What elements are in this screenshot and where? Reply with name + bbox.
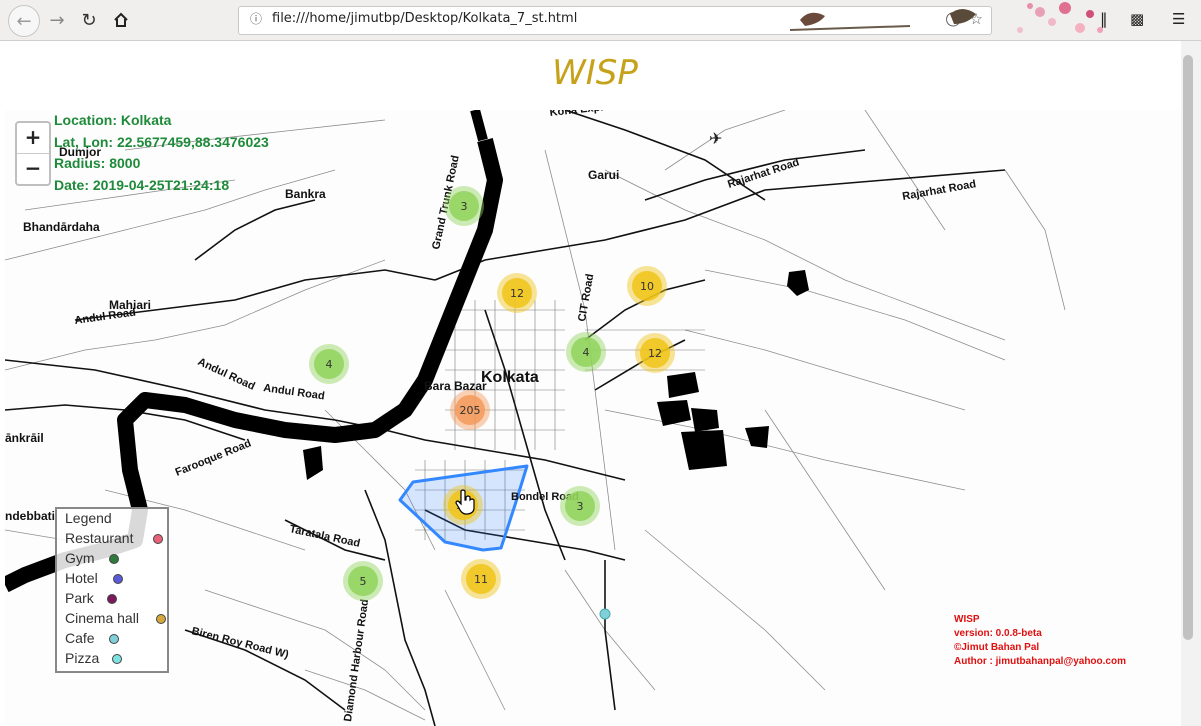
legend-swatch-cinema — [156, 614, 166, 624]
reload-icon: ↻ — [81, 9, 97, 31]
library-icon[interactable]: ‖ — [1100, 10, 1108, 28]
hand-cursor-icon — [455, 489, 475, 515]
cluster-count: 205 — [460, 404, 481, 417]
reload-button[interactable]: ↻ — [74, 5, 104, 35]
legend-swatch-cafe — [109, 634, 119, 644]
place-label: ndebbati — [5, 509, 55, 523]
legend-label-park: Park — [65, 590, 94, 606]
legend-title: Legend — [65, 510, 112, 526]
legend-label-restaurant: Restaurant — [65, 530, 134, 546]
legend-label-cinema: Cinema hall — [65, 610, 139, 626]
cluster-count: 3 — [577, 500, 584, 513]
cluster-marker[interactable]: 3 — [444, 186, 484, 226]
arrow-left-icon: ← — [16, 10, 32, 32]
vertical-scrollbar[interactable] — [1181, 41, 1201, 726]
legend-label-gym: Gym — [65, 550, 95, 566]
legend-swatch-hotel — [113, 574, 123, 584]
zoom-out-button[interactable]: − — [17, 154, 49, 184]
place-label: ānkrāil — [5, 431, 44, 445]
location-info: Location: Kolkata Lat, Lon: 22.5677459,8… — [54, 110, 269, 196]
legend-swatch-pizza — [112, 654, 122, 664]
legend-label-hotel: Hotel — [65, 570, 98, 586]
attribution: WISP version: 0.0.8-beta ©Jimut Bahan Pa… — [954, 613, 1126, 669]
cluster-marker[interactable]: 3 — [560, 486, 600, 526]
forward-button[interactable]: → — [42, 5, 72, 35]
home-button[interactable] — [106, 5, 136, 35]
sidebar-icon[interactable]: ▩ — [1130, 10, 1144, 28]
cluster-marker[interactable]: 4 — [309, 344, 349, 384]
cluster-count: 4 — [583, 346, 590, 359]
zoom-in-button[interactable]: + — [17, 123, 49, 154]
place-label: Garui — [588, 168, 619, 182]
browser-toolbar: ← → ↻ ⓘ file:///home/jimutbp/Desktop/Kol… — [0, 0, 1201, 41]
legend-label-pizza: Pizza — [65, 650, 100, 666]
legend-swatch-restaurant — [153, 534, 163, 544]
copyright: ©Jimut Bahan Pal — [954, 642, 1040, 653]
cluster-marker[interactable]: 12 — [497, 273, 537, 313]
map[interactable]: Dumjor Bankra Bhandārdaha Mahiari Garui … — [5, 110, 1181, 726]
cluster-count: 12 — [510, 287, 524, 300]
app-name: WISP — [954, 614, 980, 625]
cluster-marker[interactable]: 205 — [450, 390, 490, 430]
date-label: Date: 2019-04-25T21:24:18 — [54, 176, 230, 193]
page-content: WISP Dumjor Bankra Bhandārdaha Mahiari G… — [5, 41, 1181, 726]
author: Author : jimutbahanpal@yahoo.com — [954, 656, 1126, 667]
cluster-marker[interactable]: 10 — [627, 266, 667, 306]
legend-swatch-gym — [109, 554, 119, 564]
cluster-marker[interactable]: 4 — [566, 332, 606, 372]
cluster-count: 4 — [326, 358, 333, 371]
place-label: Bara Bazar — [424, 379, 487, 393]
place-label: Bankra — [285, 187, 326, 201]
zoom-control: + − — [15, 121, 51, 186]
place-label: Bhandārdaha — [23, 220, 100, 234]
app-version: version: 0.0.8-beta — [954, 628, 1042, 639]
cluster-marker[interactable]: 11 — [461, 559, 501, 599]
legend-swatch-park — [107, 594, 117, 604]
latlon-label: Lat, Lon: 22.5677459,88.3476023 — [54, 133, 269, 150]
cluster-count: 5 — [360, 575, 367, 588]
arrow-right-icon: → — [49, 9, 65, 31]
cluster-marker[interactable]: 12 — [635, 333, 675, 373]
menu-icon[interactable]: ☰ — [1172, 10, 1185, 28]
cluster-marker[interactable]: 5 — [343, 561, 383, 601]
airport-icon: ✈ — [709, 129, 722, 148]
home-icon — [114, 12, 128, 27]
cluster-count: 10 — [640, 280, 654, 293]
url-text[interactable]: file:///home/jimutbp/Desktop/Kolkata_7_s… — [272, 11, 577, 26]
scrollbar-thumb[interactable] — [1183, 55, 1193, 640]
place-label: Kolkata — [481, 369, 539, 386]
legend-label-cafe: Cafe — [65, 630, 95, 646]
cluster-count: 12 — [648, 347, 662, 360]
cafe-marker[interactable] — [599, 608, 611, 620]
back-button[interactable]: ← — [8, 5, 40, 37]
location-label: Location: Kolkata — [54, 112, 172, 128]
info-icon[interactable]: ⓘ — [248, 11, 264, 27]
cluster-count: 3 — [461, 200, 468, 213]
page-title: WISP — [552, 53, 638, 93]
legend: Legend Restaurant Gym Hotel Park Cinema … — [55, 507, 169, 673]
cluster-count: 11 — [474, 573, 488, 586]
radius-label: Radius: 8000 — [54, 155, 141, 171]
